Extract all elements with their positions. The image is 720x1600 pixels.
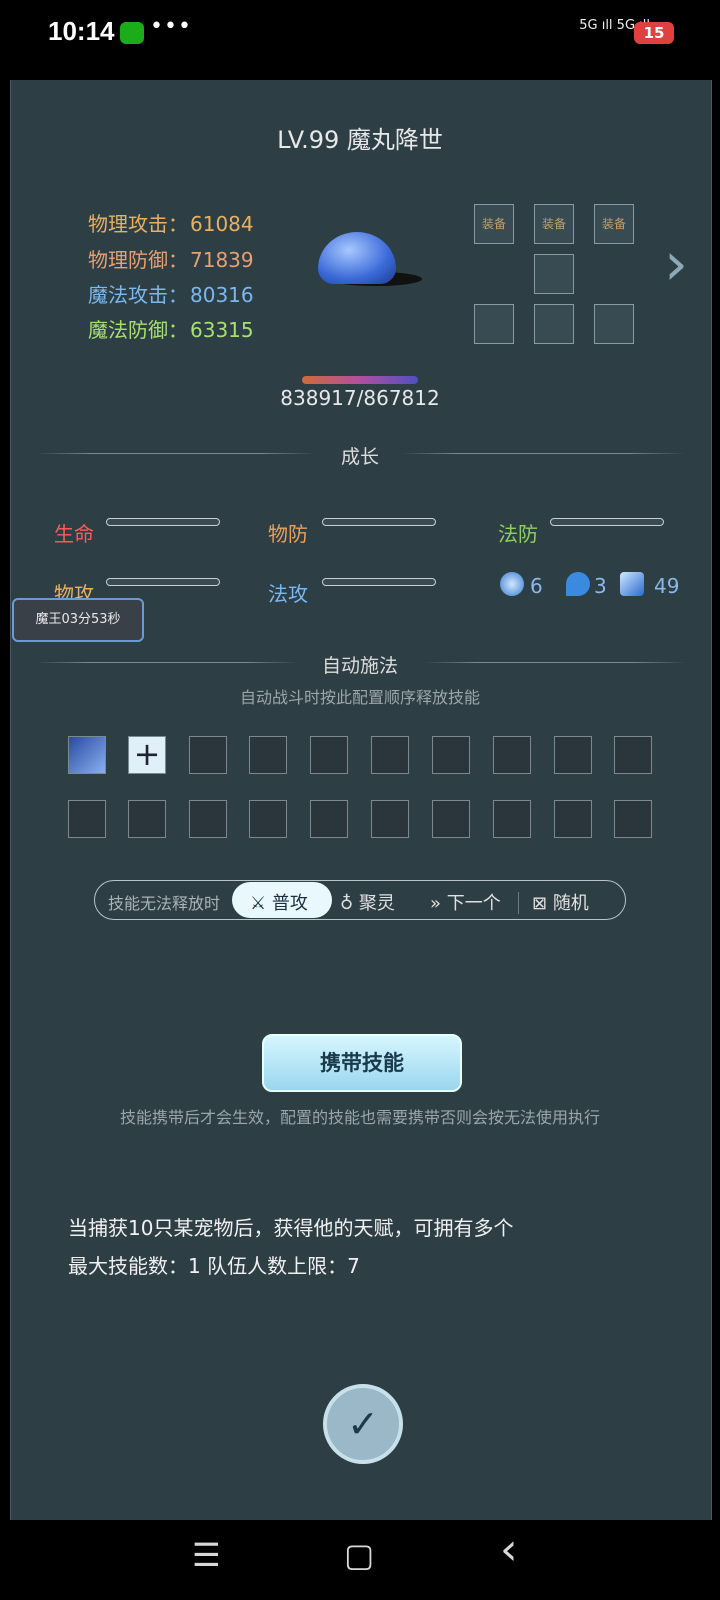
skill-slot-empty[interactable] bbox=[68, 800, 106, 838]
clock: 10:14 bbox=[48, 16, 115, 46]
skill-slot-empty[interactable] bbox=[249, 736, 287, 774]
equip-slot-armor[interactable] bbox=[534, 304, 574, 344]
skill-slot-empty[interactable] bbox=[371, 736, 409, 774]
equip-slot-empty[interactable]: 装备 bbox=[594, 204, 634, 244]
menu-icon[interactable]: ☰ bbox=[192, 1536, 221, 1574]
stat-magic-defense: 魔法防御： 63315 bbox=[88, 318, 254, 342]
divider bbox=[518, 892, 519, 914]
skill-slot-empty[interactable] bbox=[554, 800, 592, 838]
skill-slot-empty[interactable] bbox=[614, 800, 652, 838]
skill-slot-empty[interactable] bbox=[493, 800, 531, 838]
flame-icon bbox=[566, 572, 590, 596]
wechat-icon bbox=[120, 22, 144, 44]
fallback-option-next[interactable]: » 下一个 bbox=[430, 889, 501, 915]
stat-magic-attack: 魔法攻击： 80316 bbox=[88, 283, 254, 307]
back-icon[interactable]: ‹ bbox=[500, 1524, 518, 1575]
fallback-option-gather[interactable]: ♁ 聚灵 bbox=[340, 889, 395, 915]
chevron-right-icon[interactable]: › bbox=[664, 234, 688, 294]
divider bbox=[36, 662, 298, 663]
pet-title: LV.99 魔丸降世 bbox=[277, 126, 443, 154]
carry-skills-note: 技能携带后才会生效，配置的技能也需要携带否则会按无法使用执行 bbox=[119, 1108, 600, 1127]
skill-slot-empty[interactable] bbox=[310, 800, 348, 838]
confirm-check-button[interactable]: ✓ bbox=[323, 1384, 403, 1464]
wing-icon bbox=[620, 572, 644, 596]
equip-slot-weapon[interactable]: 装备 bbox=[474, 204, 514, 244]
wing-count: 49 bbox=[654, 574, 680, 598]
growth-pdef-label: 物防 bbox=[268, 522, 308, 546]
fallback-label: 技能无法释放时 bbox=[108, 894, 221, 913]
skill-slot-empty[interactable] bbox=[371, 800, 409, 838]
skill-slot-empty[interactable] bbox=[554, 736, 592, 774]
growth-hp-label: 生命 bbox=[54, 522, 94, 546]
skill-slot-empty[interactable] bbox=[128, 800, 166, 838]
divider bbox=[400, 453, 686, 454]
limits-info: 最大技能数：1 队伍人数上限：7 bbox=[68, 1254, 360, 1278]
home-icon[interactable]: ▢ bbox=[344, 1536, 374, 1574]
skill-slot-empty[interactable] bbox=[614, 736, 652, 774]
add-skill-button[interactable]: + bbox=[128, 736, 166, 774]
stat-physical-attack: 物理攻击： 61084 bbox=[88, 212, 254, 236]
growth-title: 成长 bbox=[340, 446, 379, 468]
carry-skills-button[interactable]: 携带技能 bbox=[262, 1034, 462, 1092]
divider bbox=[424, 662, 686, 663]
skill-slot-empty[interactable] bbox=[189, 800, 227, 838]
hp-text: 838917/867812 bbox=[280, 386, 440, 410]
equip-slot-amulet[interactable] bbox=[474, 304, 514, 344]
fallback-option-normal-attack[interactable]: ⚔ 普攻 bbox=[250, 889, 308, 915]
growth-pdef-bar bbox=[322, 518, 436, 526]
growth-patk-bar bbox=[106, 578, 220, 586]
skill-slot-empty[interactable] bbox=[493, 736, 531, 774]
more-notifications-icon: ••• bbox=[150, 14, 192, 39]
talent-info: 当捕获10只某宠物后，获得他的天赋，可拥有多个 bbox=[68, 1216, 514, 1240]
auto-cast-subtitle: 自动战斗时按此配置顺序释放技能 bbox=[239, 688, 480, 707]
growth-mdef-label: 法防 bbox=[498, 522, 538, 546]
growth-matk-bar bbox=[322, 578, 436, 586]
equip-slot-ring[interactable]: 装备 bbox=[534, 204, 574, 244]
fallback-option-random[interactable]: ⊠ 随机 bbox=[532, 889, 589, 915]
growth-mdef-bar bbox=[550, 518, 664, 526]
boss-timer-badge[interactable]: 魔王03分53秒 bbox=[12, 598, 144, 642]
skill-slot-empty[interactable] bbox=[249, 800, 287, 838]
divider bbox=[36, 453, 316, 454]
growth-hp-bar bbox=[106, 518, 220, 526]
flame-count: 3 bbox=[594, 574, 607, 598]
skill-slot-empty[interactable] bbox=[189, 736, 227, 774]
orb-count: 6 bbox=[530, 574, 543, 598]
equip-slot-boots[interactable] bbox=[594, 304, 634, 344]
orb-icon bbox=[500, 572, 524, 596]
skill-slot-empty[interactable] bbox=[432, 800, 470, 838]
skill-slot-equipped[interactable] bbox=[68, 736, 106, 774]
hp-bar bbox=[302, 376, 418, 384]
growth-matk-label: 法攻 bbox=[268, 582, 308, 606]
skill-slot-empty[interactable] bbox=[310, 736, 348, 774]
auto-cast-title: 自动施法 bbox=[321, 655, 398, 677]
equip-slot-gloves[interactable] bbox=[534, 254, 574, 294]
skill-slot-empty[interactable] bbox=[432, 736, 470, 774]
stat-physical-defense: 物理防御： 71839 bbox=[88, 248, 254, 272]
battery-icon: 15 bbox=[634, 22, 674, 44]
